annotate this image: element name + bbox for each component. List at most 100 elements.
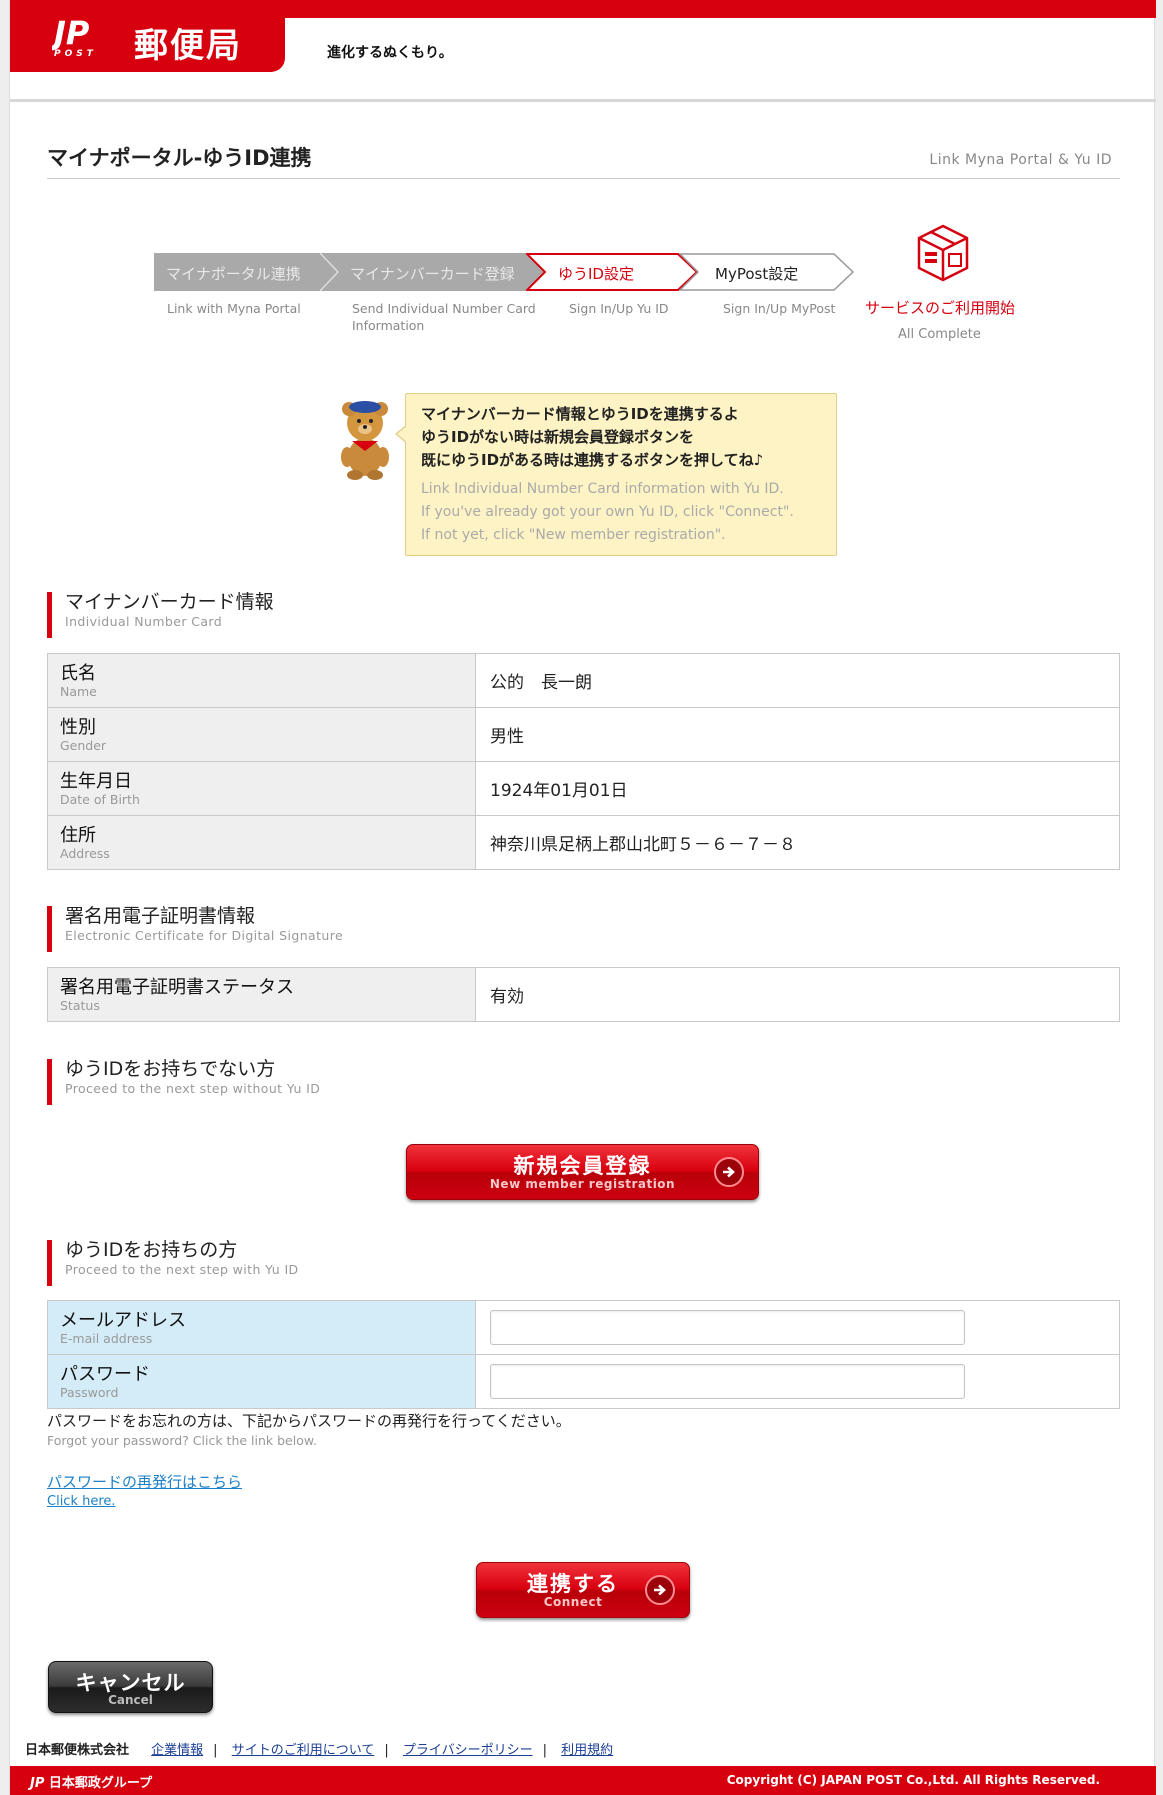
footer-link-terms[interactable]: 利用規約 — [561, 1743, 613, 1758]
separator: | — [384, 1743, 389, 1758]
forgot-password-note: パスワードをお忘れの方は、下記からパスワードの再発行を行ってください。 — [47, 1412, 571, 1430]
table-row: 氏名 Name 公的 長一朗 — [47, 653, 1120, 708]
button-label: 新規会員登録 — [513, 1154, 652, 1178]
service-start-icon — [917, 224, 969, 282]
jp-post-logo-icon: JP POST — [52, 14, 97, 58]
step-label: マイナポータル連携 — [166, 265, 301, 283]
email-cell — [475, 1300, 1120, 1355]
page-title: マイナポータル-ゆうID連携 — [47, 146, 312, 170]
section-title: マイナンバーカード情報 — [65, 591, 274, 613]
table-row: メールアドレス E-mail address — [47, 1300, 1120, 1355]
login-form-table: メールアドレス E-mail address パスワード Password — [47, 1300, 1120, 1409]
bubble-line: If you've already got your own Yu ID, cl… — [421, 504, 794, 520]
bubble-line: マイナンバーカード情報とゆうIDを連携するよ — [421, 405, 739, 423]
step-label: マイナンバーカード登録 — [350, 265, 515, 283]
password-cell — [475, 1354, 1120, 1409]
speech-bubble: マイナンバーカード情報とゆうIDを連携するよ ゆうIDがない時は新規会員登録ボタ… — [405, 393, 837, 556]
section-title: ゆうIDをお持ちでない方 — [65, 1058, 276, 1080]
progress-steps: マイナポータル連携 マイナンバーカード登録 ゆうID設定 MyPost設定 — [154, 253, 874, 291]
cancel-button[interactable]: キャンセル Cancel — [48, 1661, 213, 1713]
footer-link-site-usage[interactable]: サイトのご利用について — [232, 1743, 375, 1758]
logo[interactable]: JP POST 郵便局 — [10, 0, 285, 72]
section-subtitle: Proceed to the next step without Yu ID — [65, 1081, 321, 1096]
page-container: JP POST 郵便局 進化するぬくもり。 マイナポータル-ゆうID連携 Lin… — [9, 0, 1156, 1795]
footer-links: 日本郵便株式会社 企業情報 | サイトのご利用について | プライバシーポリシー | … — [25, 1739, 613, 1758]
page-subtitle: Link Myna Portal & Yu ID — [929, 152, 1112, 168]
svg-text:POST: POST — [54, 49, 97, 58]
step-mypost: MyPost設定 — [679, 253, 859, 291]
birthdate-value: 1924年01月01日 — [475, 761, 1120, 816]
row-label: 性別 Gender — [47, 707, 476, 762]
bubble-line: Link Individual Number Card information … — [421, 481, 784, 497]
password-reset-link-en[interactable]: Click here. — [47, 1494, 116, 1509]
speech-bubble-tail-fill — [397, 426, 407, 442]
section-subtitle: Individual Number Card — [65, 614, 223, 629]
arrow-right-icon — [714, 1157, 744, 1187]
row-label: メールアドレス E-mail address — [47, 1300, 476, 1355]
footer-bar: JP 日本郵政グループ Copyright (C) JAPAN POST Co.… — [10, 1766, 1156, 1795]
row-label: 署名用電子証明書ステータス Status — [47, 967, 476, 1022]
row-label: パスワード Password — [47, 1354, 476, 1409]
step-sublabel: Sign In/Up MyPost — [723, 301, 836, 316]
section-heading-card: マイナンバーカード情報 Individual Number Card — [47, 591, 547, 638]
bubble-line: If not yet, click "New member registrati… — [421, 527, 726, 543]
svg-text:JP: JP — [52, 14, 90, 52]
footer-link-corporate[interactable]: 企業情報 — [151, 1743, 203, 1758]
bear-mascot-icon — [341, 401, 389, 480]
row-label: 氏名 Name — [47, 653, 476, 708]
new-member-registration-button[interactable]: 新規会員登録 New member registration — [406, 1144, 759, 1200]
card-info-table: 氏名 Name 公的 長一朗 性別 Gender 男性 生年月日 Date of Bi… — [47, 653, 1120, 870]
jp-logo-icon: JP — [30, 1776, 45, 1791]
slogan: 進化するぬくもり。 — [327, 45, 453, 61]
bubble-text-jp: マイナンバーカード情報とゆうIDを連携するよ ゆうIDがない時は新規会員登録ボタ… — [421, 403, 763, 472]
password-field[interactable] — [490, 1364, 965, 1399]
certificate-status-value: 有効 — [475, 967, 1120, 1022]
bubble-line: 既にゆうIDがある時は連携するボタンを押してね♪ — [421, 451, 764, 469]
footer-link-privacy[interactable]: プライバシーポリシー — [403, 1743, 533, 1758]
table-row: 署名用電子証明書ステータス Status 有効 — [47, 967, 1120, 1022]
row-label: 生年月日 Date of Birth — [47, 761, 476, 816]
section-heading-certificate: 署名用電子証明書情報 Electronic Certificate for Di… — [47, 905, 547, 952]
section-subtitle: Electronic Certificate for Digital Signa… — [65, 928, 344, 943]
step-number-card: マイナンバーカード登録 — [320, 253, 545, 291]
gender-value: 男性 — [475, 707, 1120, 762]
row-label: 住所 Address — [47, 815, 476, 870]
table-row: パスワード Password — [47, 1354, 1120, 1409]
footer-logo: JP 日本郵政グループ — [30, 1772, 152, 1791]
section-title: 署名用電子証明書情報 — [65, 905, 256, 927]
bubble-text-en: Link Individual Number Card information … — [421, 478, 794, 547]
section-heading-no-id: ゆうIDをお持ちでない方 Proceed to the next step wi… — [47, 1058, 547, 1105]
password-reset-link[interactable]: パスワードの再発行はこちら — [47, 1471, 242, 1492]
section-heading-has-id: ゆうIDをお持ちの方 Proceed to the next step with… — [47, 1239, 547, 1286]
header-divider — [10, 99, 1156, 102]
email-field[interactable] — [490, 1310, 965, 1345]
table-row: 生年月日 Date of Birth 1924年01月01日 — [47, 761, 1120, 816]
separator: | — [213, 1743, 218, 1758]
copyright: Copyright (C) JAPAN POST Co.,Ltd. All Ri… — [726, 1773, 1100, 1787]
final-step-sublabel: All Complete — [898, 327, 981, 342]
arrow-right-icon — [645, 1575, 675, 1605]
title-divider — [47, 178, 1120, 179]
step-sublabel: Sign In/Up Yu ID — [569, 301, 669, 316]
table-row: 性別 Gender 男性 — [47, 707, 1120, 762]
table-row: 住所 Address 神奈川県足柄上郡山北町５－６－７－８ — [47, 815, 1120, 870]
step-myna-portal: マイナポータル連携 — [154, 253, 339, 291]
connect-button[interactable]: 連携する Connect — [476, 1562, 690, 1618]
brand-name: 郵便局 — [134, 26, 242, 66]
button-sublabel: Cancel — [108, 1693, 153, 1707]
address-value: 神奈川県足柄上郡山北町５－６－７－８ — [475, 815, 1120, 870]
section-title: ゆうIDをお持ちの方 — [65, 1239, 238, 1261]
forgot-password-note-en: Forgot your password? Click the link bel… — [47, 1433, 317, 1448]
step-sublabel: Send Individual Number Card Information — [352, 301, 536, 333]
group-name: 日本郵政グループ — [48, 1776, 153, 1791]
button-sublabel: New member registration — [489, 1177, 676, 1191]
section-subtitle: Proceed to the next step with Yu ID — [65, 1262, 299, 1277]
step-yu-id: ゆうID設定 — [526, 253, 701, 291]
step-label: MyPost設定 — [715, 265, 799, 283]
certificate-info-table: 署名用電子証明書ステータス Status 有効 — [47, 967, 1120, 1022]
name-value: 公的 長一朗 — [475, 653, 1120, 708]
final-step-label: サービスのご利用開始 — [865, 299, 1016, 317]
company-name: 日本郵便株式会社 — [25, 1743, 130, 1758]
step-sublabel: Link with Myna Portal — [167, 301, 301, 316]
bubble-line: ゆうIDがない時は新規会員登録ボタンを — [421, 428, 695, 446]
